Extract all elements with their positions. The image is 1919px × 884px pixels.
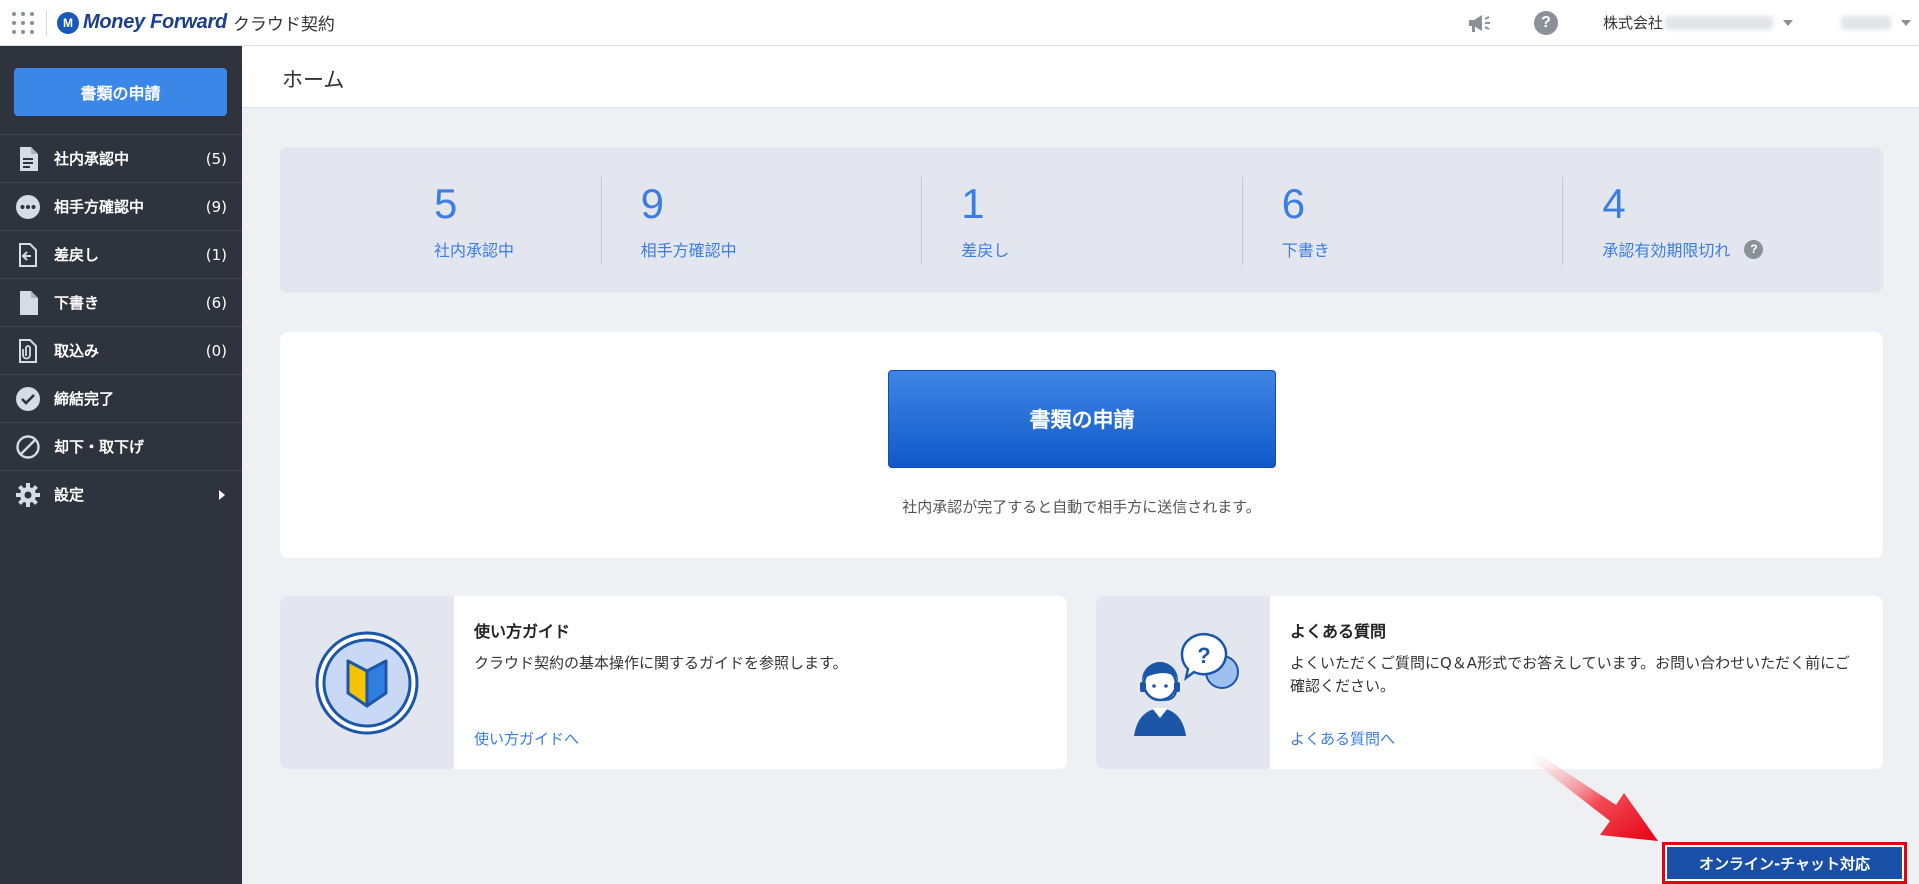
app-logo[interactable]: M Money Forward クラウド契約 [57,10,335,35]
stat-drafts[interactable]: 6 下書き [1241,147,1563,293]
gear-icon [15,482,41,508]
company-selector[interactable]: 株式会社 [1603,12,1793,33]
help-icon[interactable]: ? [1744,239,1764,259]
chevron-right-icon [219,489,225,500]
stat-divider [1241,177,1243,265]
sidebar-item-label: 下書き [54,294,100,312]
annotation-arrow-icon [1530,751,1658,841]
user-name-redacted [1841,15,1891,30]
draft-file-icon [15,290,41,316]
company-name-redacted [1665,15,1773,30]
stat-number: 5 [434,180,458,227]
guide-link[interactable]: 使い方ガイドへ [474,728,579,749]
online-chat-label: オンライン-チャット対応 [1667,847,1902,879]
online-chat-button[interactable]: オンライン-チャット対応 [1662,842,1907,884]
top-header: M Money Forward クラウド契約 ? 株式会社 [0,0,1919,46]
guide-title: 使い方ガイド [474,622,571,641]
sidebar-item-drafts[interactable]: 下書き (6) [0,278,242,326]
sidebar-item-counterparty-check[interactable]: 相手方確認中 (9) [0,182,242,230]
header-divider [46,9,47,36]
faq-description: よくいただくご質問にQ＆A形式でお答えしています。お問い合わせいただく前にご確認… [1290,654,1850,696]
stat-number: 1 [961,180,985,227]
sidebar-item-rejected[interactable]: 却下・取下げ [0,422,242,470]
faq-card: ? よくある質問 よくいただくご質問にQ＆A形式でお答えしています。お問い合わせ… [1096,596,1883,769]
stat-divider [921,177,923,265]
apply-document-button[interactable]: 書類の申請 [888,370,1276,468]
apply-note: 社内承認が完了すると自動で相手方に送信されます。 [902,498,1261,516]
beginner-mark-icon [280,596,454,769]
svg-text:?: ? [1197,643,1210,668]
stat-number: 6 [1281,180,1306,227]
return-document-icon [15,242,41,268]
sidebar-item-returned[interactable]: 差戻し (1) [0,230,242,278]
prohibited-icon [15,434,41,460]
sidebar-item-count: (1) [205,245,227,264]
page-title: ホーム [282,68,345,92]
apps-icon[interactable] [0,0,46,46]
sidebar: 書類の申請 社内承認中 (5) 相手方確認中 (9) 差戻し (1) 下書き (… [0,46,242,884]
guide-description: クラウド契約の基本操作に関するガイドを参照します。 [474,654,848,672]
chevron-down-icon [1783,19,1793,26]
stat-number: 4 [1602,180,1626,227]
guide-card: 使い方ガイド クラウド契約の基本操作に関するガイドを参照します。 使い方ガイドへ [280,596,1067,769]
help-icon[interactable]: ? [1533,10,1559,36]
stat-label: 承認有効期限切れ [1602,241,1731,260]
stat-label: 相手方確認中 [640,241,737,260]
company-name: 株式会社 [1602,14,1663,32]
logo-mark-icon: M [57,11,79,34]
stat-divider [1562,177,1564,265]
sidebar-item-settings[interactable]: 設定 [0,470,242,518]
support-operator-icon: ? [1096,596,1270,769]
import-clip-icon [15,338,41,364]
sidebar-item-import[interactable]: 取込み (0) [0,326,242,374]
sidebar-item-internal-approval[interactable]: 社内承認中 (5) [0,134,242,182]
status-summary: 5 社内承認中 9 相手方確認中 1 差戻し 6 下書き 4 承認有効期限切れ … [280,147,1883,293]
sidebar-item-label: 差戻し [54,246,100,264]
chevron-down-icon [1901,19,1911,26]
sidebar-item-label: 締結完了 [54,390,115,408]
check-circle-icon [15,386,41,412]
stat-approval-expired[interactable]: 4 承認有効期限切れ ? [1562,147,1883,293]
stat-label: 社内承認中 [434,241,515,260]
sidebar-item-label: 却下・取下げ [54,438,145,456]
stat-divider [600,177,602,265]
faq-link[interactable]: よくある質問へ [1290,728,1395,749]
announcement-icon[interactable] [1467,10,1493,36]
sidebar-item-completed[interactable]: 締結完了 [0,374,242,422]
stat-number: 9 [640,180,664,227]
stat-returned[interactable]: 1 差戻し [921,147,1242,293]
sidebar-item-count: (0) [205,341,227,360]
more-dots-icon [15,194,41,220]
document-icon [15,146,41,172]
user-menu[interactable] [1839,15,1911,30]
sidebar-item-label: 取込み [54,342,100,360]
sidebar-item-count: (5) [205,149,227,168]
stat-internal-approval[interactable]: 5 社内承認中 [280,147,601,293]
sidebar-item-count: (9) [205,197,227,216]
sidebar-item-label: 設定 [54,486,85,504]
product-name: クラウド契約 [232,15,335,35]
page-title-bar: ホーム [242,46,1919,108]
logo-text: Money Forward [83,11,227,33]
sidebar-item-label: 相手方確認中 [54,198,145,216]
sidebar-item-count: (6) [205,293,227,312]
sidebar-item-label: 社内承認中 [54,150,130,168]
stat-label: 下書き [1281,241,1330,260]
apply-card: 書類の申請 社内承認が完了すると自動で相手方に送信されます。 [280,332,1883,558]
stat-counterparty-check[interactable]: 9 相手方確認中 [600,147,922,293]
sidebar-apply-button[interactable]: 書類の申請 [14,68,227,116]
faq-title: よくある質問 [1290,622,1387,641]
stat-label: 差戻し [961,241,1010,260]
